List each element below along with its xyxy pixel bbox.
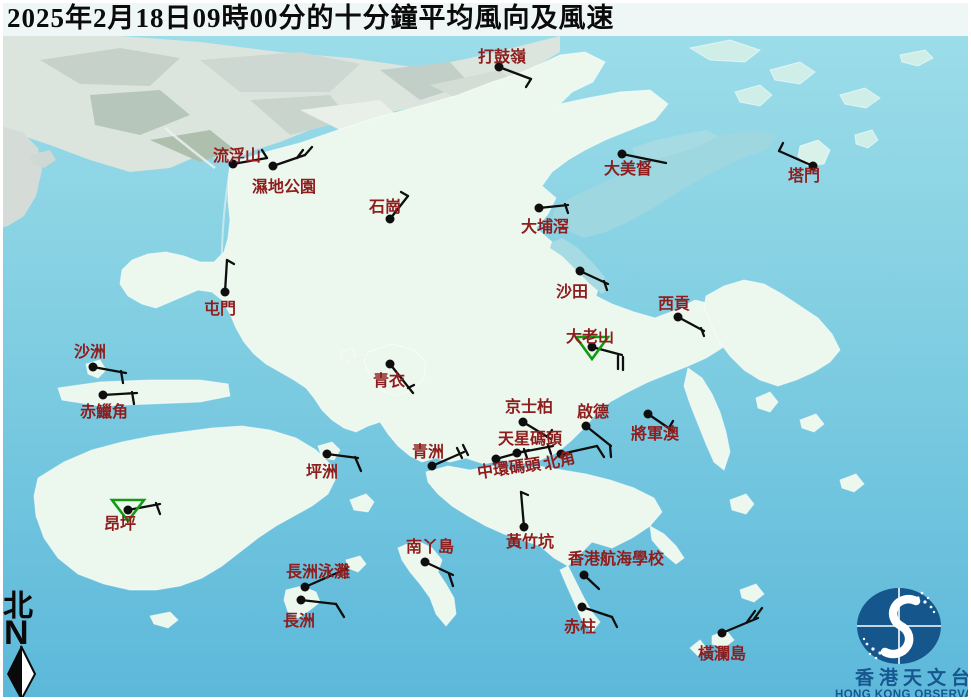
north-letter-label: N [4,614,29,652]
station-label: 長洲泳灘 [286,562,350,581]
station-dot [617,149,627,159]
station-label: 青衣 [373,371,405,390]
station-dot [577,602,587,612]
station-dot [534,203,544,213]
station-dot [322,449,332,459]
station-label: 石崗 [368,197,401,216]
station-dot [717,628,727,638]
station-label: 坪洲 [306,463,338,481]
station-label: 大老山 [566,327,614,346]
station-dot [300,582,310,592]
station-dot [518,417,528,427]
hong-kong-wind-map: 2025年2月18日09時00分的十分鐘平均風向及風速 打鼓嶺流浮山濕地公園石崗… [0,0,971,700]
station-label: 將軍澳 [631,424,680,443]
station-label: 赤柱 [564,617,596,636]
station-label: 打鼓嶺 [478,47,526,66]
station-label: 橫瀾島 [698,644,746,663]
station-dot [519,522,529,532]
station-label: 沙田 [556,283,588,301]
station-dot [296,595,306,605]
station-dot [579,570,589,580]
map-title: 2025年2月18日09時00分的十分鐘平均風向及風速 [7,2,615,33]
station-dot [420,557,430,567]
station-label: 屯門 [204,299,236,318]
station-label: 香港航海學校 [567,549,665,568]
station-label: 流浮山 [213,146,261,165]
station-label: 沙洲 [74,343,106,361]
station-label: 長洲 [283,612,315,630]
station-dot [581,421,591,431]
wind-barb [608,443,613,459]
wind-map-page: 2025年2月18日09時00分的十分鐘平均風向及風速 打鼓嶺流浮山濕地公園石崗… [0,0,971,700]
station-label: 青洲 [412,442,444,461]
station-label: 南丫島 [406,537,454,556]
station-label: 啟德 [577,402,609,421]
station-dot [220,287,230,297]
station-dot [123,505,133,515]
station-label: 濕地公園 [252,177,316,196]
station-label: 京士柏 [505,397,553,416]
hko-logo-name-zh: 香港天文台 [854,666,971,689]
station-label: 西貢 [658,295,690,313]
station-label: 昂坪 [104,515,136,533]
station-label: 赤鱲角 [80,402,128,421]
station-label: 塔門 [788,166,820,185]
station-dot [673,312,683,322]
station-dot [88,362,98,372]
station-dot [98,390,108,400]
station-label: 大美督 [604,159,652,178]
station-label: 黃竹坑 [505,532,554,551]
station-label: 天星碼頭 [498,430,563,448]
station-dot [427,461,437,471]
station-dot [268,161,278,171]
station-label: 大埔滘 [521,217,569,236]
station-dot [575,266,585,276]
station-dot [385,359,395,369]
station-dot [643,409,653,419]
